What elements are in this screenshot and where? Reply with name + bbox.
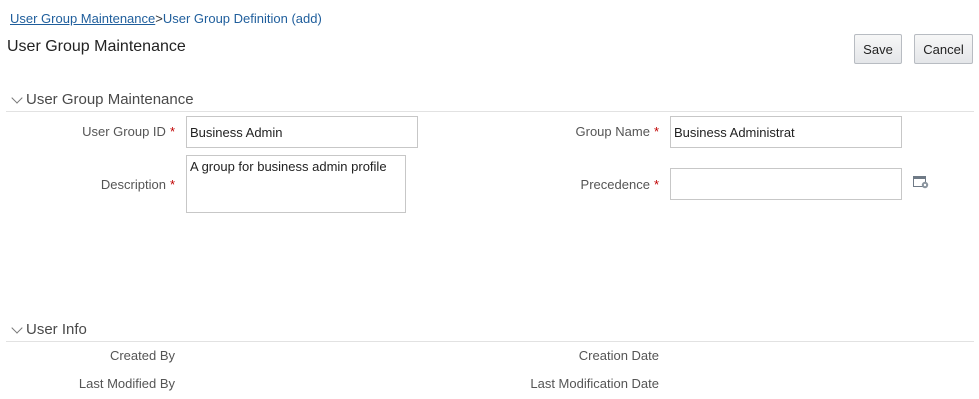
- chevron-down-icon: [11, 321, 23, 334]
- lookup-icon[interactable]: [913, 175, 929, 189]
- user-group-id-input[interactable]: Business Admin: [186, 116, 418, 148]
- creation-date-label: Creation Date: [578, 348, 659, 363]
- page-title: User Group Maintenance: [7, 38, 186, 55]
- description-textarea[interactable]: A group for business admin profile: [186, 155, 406, 213]
- precedence-label: Precedence *: [520, 177, 659, 192]
- required-marker: *: [653, 177, 659, 192]
- group-name-label: Group Name *: [520, 124, 659, 139]
- section-title: User Group Maintenance: [26, 91, 194, 108]
- last-modified-by-label: Last Modified By: [78, 376, 175, 391]
- group-name-input[interactable]: Business Administrat: [670, 116, 902, 148]
- required-marker: *: [169, 124, 175, 139]
- chevron-down-icon: [11, 91, 23, 104]
- breadcrumb-current: User Group Definition (add): [162, 11, 322, 26]
- save-button[interactable]: Save: [854, 34, 902, 64]
- cancel-button[interactable]: Cancel: [914, 34, 973, 64]
- required-marker: *: [169, 177, 175, 192]
- breadcrumb-separator: >: [155, 11, 163, 26]
- breadcrumb-link-user-group-maintenance[interactable]: User Group Maintenance: [10, 11, 155, 26]
- required-marker: *: [653, 124, 659, 139]
- description-label: Description *: [40, 177, 175, 192]
- last-modification-date-label: Last Modification Date: [530, 376, 659, 391]
- description-label-text: Description: [100, 177, 166, 192]
- section-header-user-info[interactable]: User Info: [10, 321, 87, 338]
- group-name-label-text: Group Name: [575, 124, 650, 139]
- precedence-input[interactable]: [670, 168, 902, 200]
- created-by-label: Created By: [109, 348, 175, 363]
- section-divider: [6, 341, 974, 342]
- section-divider: [6, 111, 974, 112]
- precedence-label-text: Precedence: [580, 177, 650, 192]
- user-group-id-label: User Group ID *: [40, 124, 175, 139]
- breadcrumb: User Group Maintenance>User Group Defini…: [10, 11, 322, 26]
- section-title: User Info: [26, 321, 87, 338]
- user-group-id-label-text: User Group ID: [82, 124, 166, 139]
- section-header-user-group-maintenance[interactable]: User Group Maintenance: [10, 91, 194, 108]
